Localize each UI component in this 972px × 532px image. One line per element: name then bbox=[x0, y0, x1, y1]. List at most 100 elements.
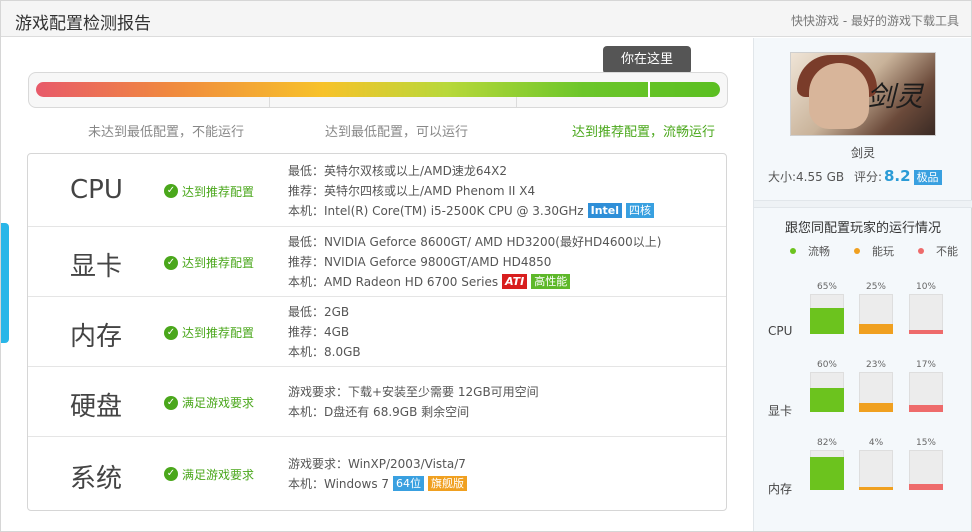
spec-line: 游戏要求：下载+安装至少需要 12GB可用空间 bbox=[288, 382, 539, 402]
spec-name: 硬盘 bbox=[70, 392, 123, 422]
legend-label: 能玩 bbox=[872, 245, 894, 258]
spec-line: 本机：Windows 7 64位 旗舰版 bbox=[288, 474, 468, 494]
spec-line-text: 本机：D盘还有 68.9GB 剩余空间 bbox=[288, 405, 470, 419]
legend-dot-icon bbox=[854, 248, 860, 254]
peer-legend: 流畅 能玩 不能 bbox=[790, 243, 972, 259]
peer-bar bbox=[859, 324, 893, 334]
peer-percent-label: 82% bbox=[816, 438, 837, 448]
peer-percent-label: 23% bbox=[865, 360, 886, 370]
legend-item: 不能 bbox=[918, 245, 970, 258]
spec-line: 游戏要求：WinXP/2003/Vista/7 bbox=[288, 454, 467, 474]
peer-group-label: CPU bbox=[768, 324, 793, 338]
header-bar: 游戏配置检测报告 快快游戏 - 最好的游戏下载工具 bbox=[1, 1, 971, 37]
spec-line: 本机：8.0GB bbox=[288, 342, 361, 362]
legend-dot-icon bbox=[790, 248, 796, 254]
game-cover-image[interactable]: 剑灵 bbox=[790, 52, 936, 136]
report-window: 游戏配置检测报告 快快游戏 - 最好的游戏下载工具 你在这里 未达到最低配置，不… bbox=[0, 0, 972, 532]
spec-status: ✓ 满足游戏要求 bbox=[164, 394, 254, 411]
side-divider bbox=[754, 200, 972, 208]
legend-dot-icon bbox=[918, 248, 924, 254]
spec-name: 内存 bbox=[70, 322, 123, 352]
check-icon: ✓ bbox=[164, 325, 178, 340]
peer-percent-label: 25% bbox=[865, 282, 886, 292]
peer-group-label: 显卡 bbox=[768, 404, 793, 418]
hardware-tag: Intel bbox=[587, 202, 623, 218]
legend-label: 流畅 bbox=[808, 245, 830, 258]
game-logo: 剑灵 bbox=[866, 80, 923, 113]
cover-face bbox=[809, 63, 869, 129]
spec-status-text: 满足游戏要求 bbox=[182, 467, 255, 482]
spec-line: 本机：AMD Radeon HD 6700 Series ATI 高性能 bbox=[288, 272, 661, 292]
peer-percent-label: 65% bbox=[816, 282, 837, 292]
check-icon: ✓ bbox=[164, 255, 178, 270]
spec-status: ✓ 达到推荐配置 bbox=[164, 324, 254, 341]
side-panel: 剑灵 剑灵 大小:4.55 GB 评分: 8.2 极品 跟您同配置玩家的运行情况 流… bbox=[753, 38, 972, 531]
spec-name: 系统 bbox=[70, 463, 123, 494]
spec-line-text: 最低：英特尔双核或以上/AMD速龙64X2 bbox=[288, 163, 507, 178]
check-icon: ✓ bbox=[164, 395, 178, 410]
scale-label-fail: 未达到最低配置，不能运行 bbox=[88, 125, 245, 140]
spec-status-text: 达到推荐配置 bbox=[182, 256, 255, 270]
spec-row: 内存 ✓ 达到推荐配置 最低：2GB 推荐：4GB 本机：8.0GB bbox=[28, 297, 726, 367]
spec-name: CPU bbox=[70, 174, 123, 205]
peer-percent-label: 60% bbox=[816, 360, 837, 370]
peer-percent-label: 17% bbox=[915, 360, 936, 370]
progress-tick bbox=[516, 97, 517, 107]
progress-marker bbox=[648, 81, 650, 98]
spec-line: 最低：2GB bbox=[288, 302, 361, 322]
spec-status-text: 达到推荐配置 bbox=[182, 326, 255, 340]
spec-lines: 游戏要求：WinXP/2003/Vista/7 本机：Windows 7 64位 旗舰… bbox=[288, 454, 468, 494]
peer-bar bbox=[810, 388, 844, 412]
hardware-tag: ATI bbox=[502, 274, 528, 289]
peer-bar-track bbox=[859, 450, 893, 490]
spec-row: 显卡 ✓ 达到推荐配置 最低：NVIDIA Geforce 8600GT/ AMD H… bbox=[28, 227, 726, 297]
spec-line: 推荐：NVIDIA Geforce 9800GT/AMD HD4850 bbox=[288, 252, 661, 272]
spec-line-text: 最低：2GB bbox=[288, 305, 350, 319]
spec-line-text: 推荐：NVIDIA Geforce 9800GT/AMD HD4850 bbox=[288, 255, 552, 269]
spec-row: 系统 ✓ 满足游戏要求 游戏要求：WinXP/2003/Vista/7 本机：Windo… bbox=[28, 437, 726, 510]
scale-label-recommended: 达到推荐配置，流畅运行 bbox=[572, 125, 716, 140]
spec-line: 推荐：4GB bbox=[288, 322, 361, 342]
rating-label: 评分: bbox=[853, 170, 882, 184]
game-name[interactable]: 剑灵 bbox=[754, 144, 972, 161]
rating-badge: 极品 bbox=[913, 170, 942, 185]
hardware-tag: 旗舰版 bbox=[428, 475, 468, 491]
peer-bar bbox=[810, 308, 844, 334]
spec-line: 推荐：英特尔四核或以上/AMD Phenom II X4 bbox=[288, 181, 654, 201]
peer-stats-title: 跟您同配置玩家的运行情况 bbox=[784, 221, 941, 236]
check-icon: ✓ bbox=[164, 184, 178, 198]
peer-group-label: 内存 bbox=[768, 482, 793, 496]
hardware-tag: 高性能 bbox=[531, 274, 571, 289]
peer-percent-label: 10% bbox=[915, 282, 936, 292]
legend-label: 不能 bbox=[936, 245, 958, 258]
spec-status-text: 达到推荐配置 bbox=[182, 184, 255, 199]
spec-line-text: 本机：Intel(R) Core(TM) i5-2500K CPU @ 3.30… bbox=[288, 203, 584, 218]
page-title: 游戏配置检测报告 bbox=[15, 14, 151, 34]
peer-bar bbox=[909, 405, 943, 412]
hardware-tag: 四核 bbox=[626, 202, 655, 218]
legend-item: 流畅 bbox=[790, 245, 842, 258]
spec-table: CPU ✓ 达到推荐配置 最低：英特尔双核或以上/AMD速龙64X2 推荐：英特尔四核或… bbox=[27, 153, 727, 511]
peer-bar bbox=[859, 487, 893, 490]
spec-status-text: 满足游戏要求 bbox=[182, 396, 255, 410]
legend-item: 能玩 bbox=[854, 245, 906, 258]
spec-line-text: 最低：NVIDIA Geforce 8600GT/ AMD HD3200(最好H… bbox=[288, 235, 662, 249]
side-feedback-tab[interactable] bbox=[1, 223, 9, 343]
hardware-tag: 64位 bbox=[393, 475, 425, 491]
spec-line-text: 推荐：英特尔四核或以上/AMD Phenom II X4 bbox=[288, 183, 536, 198]
config-progress-bar bbox=[28, 72, 728, 108]
spec-line: 最低：NVIDIA Geforce 8600GT/ AMD HD3200(最好H… bbox=[288, 232, 661, 252]
peer-bar-track bbox=[909, 294, 943, 334]
spec-status: ✓ 达到推荐配置 bbox=[164, 254, 254, 271]
spec-row: CPU ✓ 达到推荐配置 最低：英特尔双核或以上/AMD速龙64X2 推荐：英特尔四核或… bbox=[28, 154, 726, 227]
spec-lines: 最低：英特尔双核或以上/AMD速龙64X2 推荐：英特尔四核或以上/AMD Phe… bbox=[288, 161, 655, 221]
spec-lines: 最低：NVIDIA Geforce 8600GT/ AMD HD3200(最好H… bbox=[288, 232, 661, 292]
spec-row: 硬盘 ✓ 满足游戏要求 游戏要求：下载+安装至少需要 12GB可用空间本机：D盘还有 … bbox=[28, 367, 726, 437]
spec-line: 最低：英特尔双核或以上/AMD速龙64X2 bbox=[288, 161, 654, 181]
progress-tick bbox=[269, 97, 270, 107]
spec-line-text: 本机：8.0GB bbox=[288, 345, 361, 359]
spec-lines: 游戏要求：下载+安装至少需要 12GB可用空间本机：D盘还有 68.9GB 剩余… bbox=[288, 382, 539, 422]
spec-line: 本机：Intel(R) Core(TM) i5-2500K CPU @ 3.30… bbox=[288, 201, 655, 221]
rating-score: 8.2 bbox=[883, 167, 911, 185]
check-icon: ✓ bbox=[164, 467, 178, 481]
